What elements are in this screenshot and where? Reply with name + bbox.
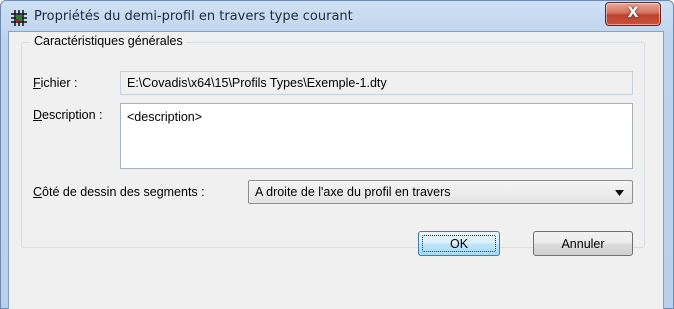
description-field[interactable]: <description>: [120, 103, 633, 169]
segments-side-label: Côté de dessin des segments :: [33, 185, 205, 199]
focus-rectangle: [422, 235, 496, 252]
segments-side-label-accel: C: [33, 185, 43, 199]
title-bar[interactable]: Propriétés du demi-profil en travers typ…: [1, 1, 673, 32]
group-legend: Caractéristiques générales: [31, 34, 186, 48]
cancel-button-label: Annuler: [561, 237, 605, 251]
file-label-accel: F: [33, 76, 41, 90]
file-label: Fichier :: [33, 76, 77, 90]
close-icon: X: [627, 5, 639, 21]
segments-side-select[interactable]: A droite de l'axe du profil en travers: [248, 180, 633, 204]
description-label: Description :: [33, 108, 102, 122]
description-label-rest: escription :: [42, 108, 103, 122]
segments-side-label-rest: ôté de dessin des segments :: [42, 185, 205, 199]
close-button[interactable]: X: [605, 2, 661, 26]
ok-button[interactable]: OK: [418, 231, 500, 256]
window-title: Propriétés du demi-profil en travers typ…: [34, 9, 353, 24]
description-label-accel: D: [33, 108, 43, 122]
segments-side-value: A droite de l'axe du profil en travers: [255, 185, 451, 199]
grid-hash-icon: [11, 10, 27, 26]
chevron-down-icon: [615, 190, 624, 196]
file-path-field[interactable]: E:\Covadis\x64\15\Profils Types\Exemple-…: [120, 71, 633, 95]
file-label-rest: ichier :: [40, 76, 78, 90]
cancel-button[interactable]: Annuler: [533, 231, 633, 256]
